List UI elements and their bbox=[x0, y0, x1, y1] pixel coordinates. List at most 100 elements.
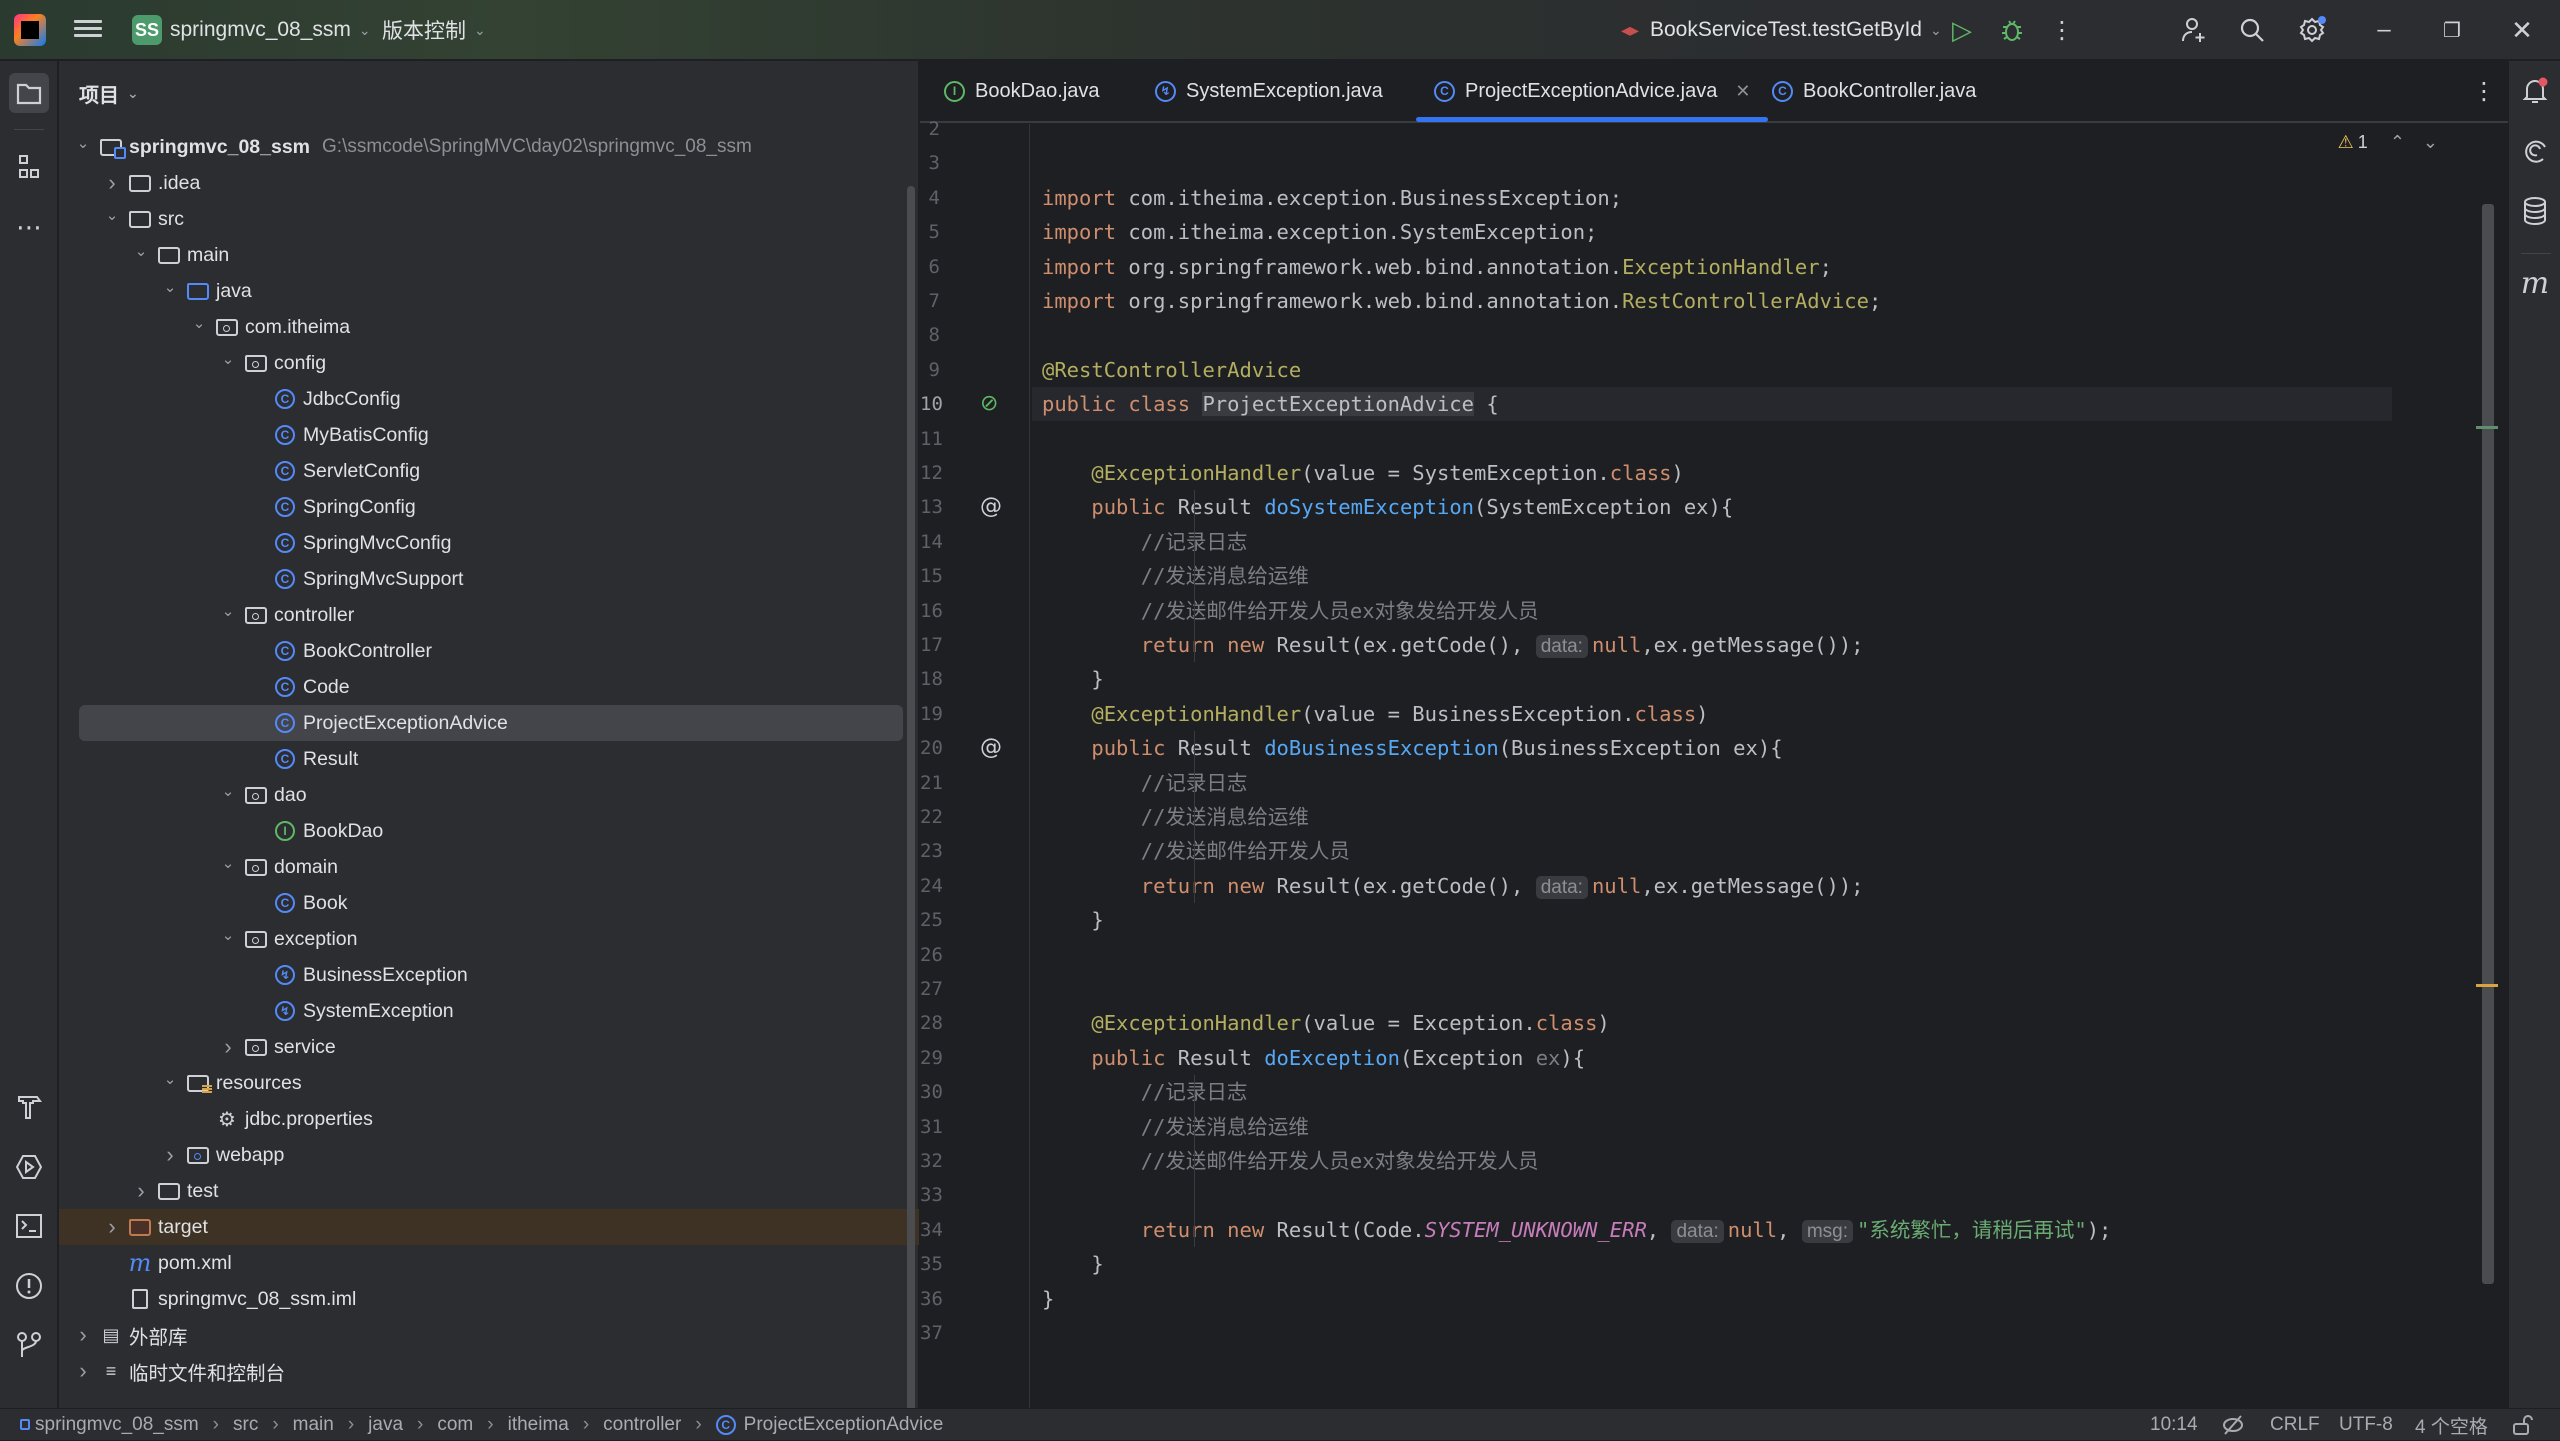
code-line[interactable]: } bbox=[1032, 903, 2392, 937]
minimize-icon[interactable]: – bbox=[2368, 14, 2400, 46]
tree-item[interactable]: ⌄ java bbox=[59, 273, 899, 309]
git-icon[interactable] bbox=[9, 1325, 49, 1365]
chevron-down-icon[interactable]: ⌄ bbox=[160, 278, 180, 296]
breadcrumb-item[interactable]: controller bbox=[603, 1414, 681, 1436]
inspection-widget[interactable]: ⚠ 1 ⌃ ⌄ bbox=[2338, 132, 2438, 153]
tree-item[interactable]: ⌄ src bbox=[59, 201, 899, 237]
code-line[interactable] bbox=[1032, 972, 2392, 1006]
chevron-right-icon[interactable]: › bbox=[160, 1142, 180, 1168]
code-line[interactable]: public Result doSystemException(SystemEx… bbox=[1032, 490, 2392, 524]
code-line[interactable] bbox=[1032, 1178, 2392, 1212]
line-number[interactable]: 18 bbox=[920, 662, 1022, 696]
code-line[interactable]: import org.springframework.web.bind.anno… bbox=[1032, 284, 2392, 318]
tree-item[interactable]: C MyBatisConfig bbox=[59, 417, 899, 453]
breadcrumb-item[interactable]: java bbox=[368, 1414, 403, 1436]
more-tools-icon[interactable]: ⋯ bbox=[9, 207, 49, 247]
line-number[interactable]: 15 bbox=[920, 559, 1022, 593]
line-number[interactable]: 29 bbox=[920, 1041, 1022, 1075]
tree-item[interactable]: ⌄ resources bbox=[59, 1065, 899, 1101]
code-line[interactable]: //记录日志 bbox=[1032, 1075, 2392, 1109]
tree-item[interactable]: C SpringMvcConfig bbox=[59, 525, 899, 561]
maven-icon[interactable]: m bbox=[2519, 266, 2551, 301]
close-tab-icon[interactable]: ✕ bbox=[1735, 81, 1750, 102]
restore-icon[interactable]: ❐ bbox=[2436, 14, 2468, 46]
line-number[interactable]: 23 bbox=[920, 834, 1022, 868]
chevron-right-icon[interactable]: › bbox=[131, 1178, 151, 1204]
tree-item[interactable]: › webapp bbox=[59, 1137, 899, 1173]
add-user-icon[interactable] bbox=[2178, 14, 2210, 46]
file-encoding[interactable]: UTF-8 bbox=[2339, 1409, 2393, 1441]
lock-icon[interactable] bbox=[2512, 1409, 2534, 1441]
code-line[interactable]: } bbox=[1032, 1282, 2392, 1316]
line-number[interactable]: 8 bbox=[920, 318, 1022, 352]
tree-item[interactable]: C SpringMvcSupport bbox=[59, 561, 899, 597]
code-line[interactable] bbox=[1032, 938, 2392, 972]
tree-item[interactable]: springmvc_08_ssm.iml bbox=[59, 1281, 899, 1317]
tree-item[interactable]: ⌄ com.itheima bbox=[59, 309, 899, 345]
line-number[interactable]: 5 bbox=[920, 215, 1022, 249]
project-folder-icon[interactable] bbox=[9, 73, 49, 113]
line-number[interactable]: 25 bbox=[920, 903, 1022, 937]
code-line[interactable]: import com.itheima.exception.BusinessExc… bbox=[1032, 181, 2392, 215]
chevron-down-icon[interactable]: ⌄ bbox=[218, 926, 238, 944]
line-number[interactable]: 19 bbox=[920, 697, 1022, 731]
line-number[interactable]: 22 bbox=[920, 800, 1022, 834]
tree-item[interactable]: ↯ SystemException bbox=[59, 993, 899, 1029]
line-number[interactable]: 37 bbox=[920, 1316, 1022, 1350]
chevron-down-icon[interactable]: ⌄ bbox=[218, 854, 238, 872]
tree-item[interactable]: › target bbox=[59, 1209, 919, 1245]
tree-item[interactable]: ⌄ config bbox=[59, 345, 899, 381]
tree-item[interactable]: C Book bbox=[59, 885, 899, 921]
tree-item[interactable]: I BookDao bbox=[59, 813, 899, 849]
debug-icon[interactable] bbox=[1996, 14, 2028, 46]
implemented-icon[interactable]: ⊘ bbox=[980, 387, 998, 421]
code-line[interactable]: //发送消息给运维 bbox=[1032, 1110, 2392, 1144]
editor-scrollbar[interactable] bbox=[2482, 204, 2494, 1284]
run-configuration-selector[interactable]: ◂▸ BookServiceTest.testGetById ⌄ bbox=[1620, 13, 1942, 47]
tree-item[interactable]: › ▤ 外部库 bbox=[59, 1317, 899, 1353]
tree-item[interactable]: C Code bbox=[59, 669, 899, 705]
line-number[interactable]: 31 bbox=[920, 1110, 1022, 1144]
code-editor[interactable]: 2 3 4 5 6 7 8 9 10 ⊘ 11 12 13 @14 15 16 17 18 19 20 @21 22 23 2… bbox=[920, 118, 2508, 1408]
close-icon[interactable]: ✕ bbox=[2506, 14, 2538, 46]
code-line[interactable]: return new Result(ex.getCode(), data: nul… bbox=[1032, 628, 2392, 662]
tree-item[interactable]: C ServletConfig bbox=[59, 453, 899, 489]
line-number[interactable]: 21 bbox=[920, 766, 1022, 800]
line-number[interactable]: 14 bbox=[920, 525, 1022, 559]
annotation-icon[interactable]: @ bbox=[980, 490, 1002, 524]
database-icon[interactable] bbox=[2519, 195, 2551, 227]
line-number[interactable]: 36 bbox=[920, 1282, 1022, 1316]
tree-item[interactable]: ⌄ domain bbox=[59, 849, 899, 885]
run-icon[interactable]: ▷ bbox=[1946, 14, 1978, 46]
code-line[interactable]: } bbox=[1032, 1247, 2392, 1281]
breadcrumb-item[interactable]: springmvc_08_ssm bbox=[20, 1414, 199, 1436]
line-number[interactable]: 32 bbox=[920, 1144, 1022, 1178]
chevron-right-icon[interactable]: › bbox=[73, 1358, 93, 1384]
code-line[interactable] bbox=[1032, 422, 2392, 456]
line-number[interactable]: 27 bbox=[920, 972, 1022, 1006]
line-number[interactable]: 12 bbox=[920, 456, 1022, 490]
code-line[interactable]: public Result doBusinessException(Busine… bbox=[1032, 731, 2392, 765]
tree-item[interactable]: C Result bbox=[59, 741, 899, 777]
code-line[interactable]: //发送邮件给开发人员 bbox=[1032, 834, 2392, 868]
breadcrumb-item[interactable]: src bbox=[233, 1414, 258, 1436]
line-number[interactable]: 9 bbox=[920, 353, 1022, 387]
line-number[interactable]: 26 bbox=[920, 938, 1022, 972]
line-number[interactable]: 16 bbox=[920, 594, 1022, 628]
code-line[interactable] bbox=[1032, 112, 2392, 146]
code-line[interactable]: return new Result(ex.getCode(), data: nul… bbox=[1032, 869, 2392, 903]
chevron-down-icon[interactable]: ⌄ bbox=[218, 782, 238, 800]
tree-item[interactable]: ⌄ springmvc_08_ssm G:\ssmcode\SpringMVC\da… bbox=[59, 129, 899, 165]
code-line[interactable]: public Result doException(Exception ex){ bbox=[1032, 1041, 2392, 1075]
chevron-down-icon[interactable]: ⌄ bbox=[73, 134, 93, 152]
code-line[interactable]: //发送邮件给开发人员ex对象发给开发人员 bbox=[1032, 594, 2392, 628]
project-view-selector[interactable]: 项目 ⌄ bbox=[79, 79, 139, 108]
terminal-icon[interactable] bbox=[9, 1206, 49, 1246]
scroll-marker-warning[interactable] bbox=[2476, 984, 2498, 987]
code-line[interactable]: //发送消息给运维 bbox=[1032, 559, 2392, 593]
settings-icon[interactable] bbox=[2296, 14, 2328, 46]
chevron-down-icon[interactable]: ⌄ bbox=[160, 1070, 180, 1088]
annotation-icon[interactable]: @ bbox=[980, 731, 1002, 765]
more-icon[interactable]: ⋮ bbox=[2046, 14, 2078, 46]
line-number[interactable]: 11 bbox=[920, 422, 1022, 456]
